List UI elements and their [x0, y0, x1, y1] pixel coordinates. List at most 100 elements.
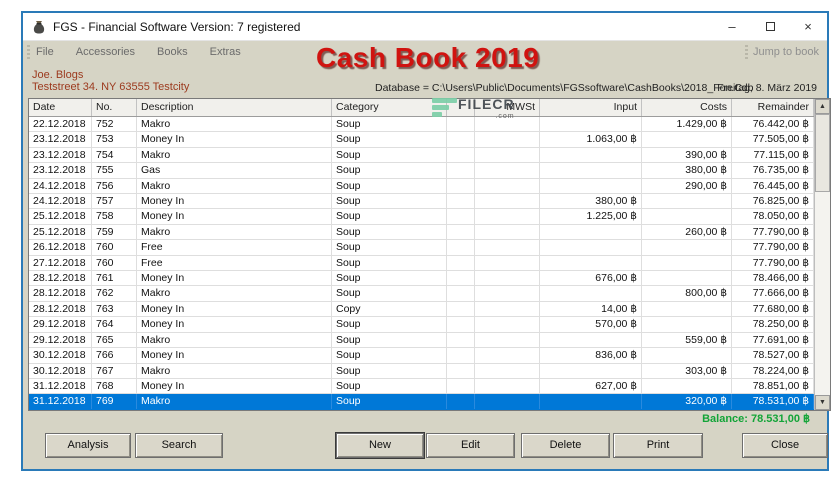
table-row[interactable]: 23.12.2018 753 Money In Soup 1.063,00 ฿ 77.50…	[29, 132, 814, 148]
table-cell: Soup	[332, 147, 447, 163]
close-button[interactable]: Close	[742, 433, 828, 458]
maximize-button[interactable]	[751, 13, 789, 40]
table-cell: 78.050,00 ฿	[732, 209, 814, 224]
table-row[interactable]: 30.12.2018 767 Makro Soup 303,00 ฿ 78.224,00 …	[29, 363, 814, 379]
table-cell: 76.442,00 ฿	[732, 117, 814, 132]
menu-file[interactable]: File	[36, 46, 54, 58]
table-cell	[540, 178, 642, 194]
table-row[interactable]: 25.12.2018 759 Makro Soup 260,00 ฿ 77.790,00 …	[29, 224, 814, 241]
column-header-remainder[interactable]: Remainder	[732, 99, 814, 116]
column-header-input[interactable]: Input	[540, 99, 642, 116]
table-cell: 1.225,00 ฿	[540, 209, 642, 224]
table-cell	[475, 394, 540, 409]
table-cell: Soup	[332, 224, 447, 240]
table-cell: Money In	[137, 378, 332, 394]
table-cell: 78.531,00 ฿	[732, 394, 814, 409]
table-cell: Free	[137, 240, 332, 255]
table-cell	[447, 348, 475, 363]
table-cell	[475, 332, 540, 348]
table-cell: Makro	[137, 286, 332, 301]
table-cell: 29.12.2018	[29, 332, 92, 348]
table-row[interactable]: 28.12.2018 763 Money In Copy 14,00 ฿ 77.680,0…	[29, 301, 814, 318]
table-row[interactable]: 26.12.2018 760 Free Soup 77.790,00 ฿	[29, 240, 814, 256]
table-cell	[475, 163, 540, 178]
table-cell: Soup	[332, 194, 447, 209]
table-cell	[447, 178, 475, 194]
table-cell: 78.250,00 ฿	[732, 317, 814, 332]
watermark-tld: .com	[495, 113, 515, 120]
new-button[interactable]: New	[336, 433, 424, 458]
scrollbar-thumb[interactable]	[815, 114, 830, 192]
table-cell: Makro	[137, 394, 332, 409]
table-cell: 1.429,00 ฿	[642, 117, 732, 132]
table-cell	[447, 317, 475, 332]
table-cell: 23.12.2018	[29, 132, 92, 147]
table-row[interactable]: 29.12.2018 765 Makro Soup 559,00 ฿ 77.691,00 …	[29, 332, 814, 349]
table-cell	[447, 332, 475, 348]
table-row[interactable]: 23.12.2018 754 Makro Soup 390,00 ฿ 77.115,00 …	[29, 147, 814, 164]
table-cell: Soup	[332, 286, 447, 301]
column-header-category[interactable]: Category	[332, 99, 447, 116]
table-cell: Money In	[137, 194, 332, 209]
table-cell	[447, 394, 475, 409]
table-cell: Soup	[332, 117, 447, 132]
menu-books[interactable]: Books	[157, 46, 188, 58]
table-row[interactable]: 31.12.2018 769 Makro Soup 320,00 ฿ 78.531,00 …	[29, 394, 814, 410]
close-window-button[interactable]: ×	[789, 13, 827, 40]
table-cell	[447, 255, 475, 271]
scroll-down-arrow-icon[interactable]: ▼	[815, 395, 830, 410]
minimize-button[interactable]: –	[713, 13, 751, 40]
edit-button[interactable]: Edit	[426, 433, 515, 458]
table-cell: 757	[92, 194, 137, 209]
owner-name: Joe. Blogs	[32, 69, 84, 81]
table-row[interactable]: 27.12.2018 760 Free Soup 77.790,00 ฿	[29, 255, 814, 272]
table-row[interactable]: 28.12.2018 762 Makro Soup 800,00 ฿ 77.666,00 …	[29, 286, 814, 302]
column-header-description[interactable]: Description	[137, 99, 332, 116]
table-cell: 758	[92, 209, 137, 224]
table-row[interactable]: 24.12.2018 756 Makro Soup 290,00 ฿ 76.445,00 …	[29, 178, 814, 195]
column-header-no[interactable]: No.	[92, 99, 137, 116]
jump-to-book-button[interactable]: Jump to book	[753, 46, 819, 58]
table-row[interactable]: 28.12.2018 761 Money In Soup 676,00 ฿ 78.466,…	[29, 271, 814, 287]
scroll-up-arrow-icon[interactable]: ▲	[815, 99, 830, 114]
title-bar: FGS - Financial Software Version: 7 regi…	[23, 13, 827, 41]
table-cell: 768	[92, 378, 137, 394]
table-cell: Gas	[137, 163, 332, 178]
search-button[interactable]: Search	[135, 433, 223, 458]
table-row[interactable]: 23.12.2018 755 Gas Soup 380,00 ฿ 76.735,00 ฿	[29, 163, 814, 179]
vertical-scrollbar[interactable]: ▲ ▼	[814, 99, 830, 410]
table-cell: 78.224,00 ฿	[732, 363, 814, 378]
table-row[interactable]: 30.12.2018 766 Money In Soup 836,00 ฿ 78.527,…	[29, 348, 814, 364]
table-cell	[447, 363, 475, 378]
print-button[interactable]: Print	[613, 433, 703, 458]
filecr-watermark: FILECR .com	[432, 97, 515, 121]
table-row[interactable]: 24.12.2018 757 Money In Soup 380,00 ฿ 76.825,…	[29, 194, 814, 210]
table-cell: 28.12.2018	[29, 301, 92, 317]
menu-accessories[interactable]: Accessories	[76, 46, 135, 58]
table-row[interactable]: 25.12.2018 758 Money In Soup 1.225,00 ฿ 78.05…	[29, 209, 814, 225]
table-cell	[642, 255, 732, 271]
table-cell: Soup	[332, 394, 447, 409]
table-cell	[642, 132, 732, 147]
table-cell: 76.825,00 ฿	[732, 194, 814, 209]
table-cell: 77.691,00 ฿	[732, 332, 814, 348]
menu-extras[interactable]: Extras	[210, 46, 241, 58]
table-cell: 260,00 ฿	[642, 224, 732, 240]
table-row[interactable]: 22.12.2018 752 Makro Soup 1.429,00 ฿ 76.442,0…	[29, 117, 814, 133]
delete-button[interactable]: Delete	[521, 433, 610, 458]
ledger-table: Date No. Description Category MWSt Input Costs…	[28, 98, 831, 411]
table-row[interactable]: 29.12.2018 764 Money In Soup 570,00 ฿ 78.250,…	[29, 317, 814, 333]
table-cell	[447, 209, 475, 224]
table-row[interactable]: 31.12.2018 768 Money In Soup 627,00 ฿ 78.851,…	[29, 378, 814, 395]
column-header-date[interactable]: Date	[29, 99, 92, 116]
table-cell	[447, 132, 475, 147]
table-cell: 78.527,00 ฿	[732, 348, 814, 363]
table-cell: 627,00 ฿	[540, 378, 642, 394]
table-cell: Money In	[137, 132, 332, 147]
analysis-button[interactable]: Analysis	[45, 433, 131, 458]
table-cell: 77.666,00 ฿	[732, 286, 814, 301]
table-cell: 380,00 ฿	[642, 163, 732, 178]
table-cell: Soup	[332, 209, 447, 224]
column-header-costs[interactable]: Costs	[642, 99, 732, 116]
owner-address: Teststreet 34. NY 63555 Testcity	[32, 80, 190, 93]
